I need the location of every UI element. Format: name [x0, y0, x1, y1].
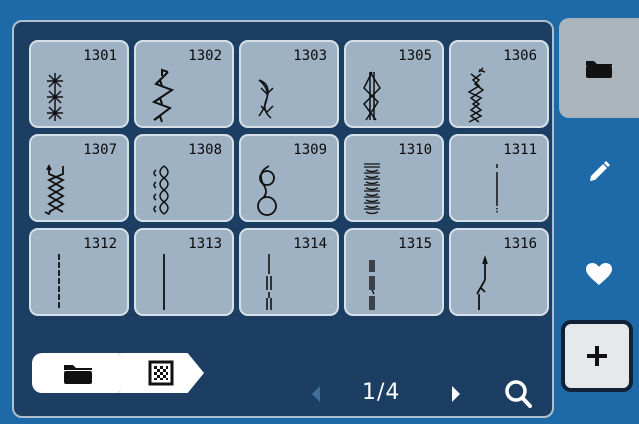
stitch-number: 1305	[398, 48, 432, 64]
heavy-triple-stitch-icon	[369, 260, 375, 310]
stitch-number: 1310	[398, 142, 432, 158]
add-button[interactable]	[561, 320, 633, 392]
stitch-tile-1310[interactable]: 1310	[344, 134, 444, 222]
folder-icon	[586, 61, 612, 78]
heart-icon	[586, 263, 612, 285]
stitch-number: 1307	[83, 142, 117, 158]
stitch-panel: 1301 1302 1303 1305 1306 1307 1308 1309 …	[12, 20, 554, 418]
folder-breadcrumb-button[interactable]	[32, 353, 134, 393]
folder-icon	[64, 365, 92, 384]
stitch-number: 1313	[188, 236, 222, 252]
page-indicator: 1/4	[362, 380, 401, 405]
stitch-number: 1312	[83, 236, 117, 252]
stitch-tile-1309[interactable]: 1309	[239, 134, 339, 222]
search-icon[interactable]	[504, 378, 534, 410]
stitch-tile-1301[interactable]: 1301	[29, 40, 129, 128]
stitch-grid: 1301 1302 1303 1305 1306 1307 1308 1309 …	[29, 40, 549, 316]
stitch-number: 1314	[293, 236, 327, 252]
triple-straight-stitch-icon	[266, 254, 272, 310]
tab-favorites[interactable]	[559, 224, 639, 324]
sidebar	[559, 18, 639, 424]
plus-icon	[587, 346, 607, 366]
loop-column-stitch-icon	[153, 165, 169, 215]
next-page-icon[interactable]	[450, 384, 462, 404]
stitch-number: 1316	[503, 236, 537, 252]
stitch-number: 1311	[503, 142, 537, 158]
stitch-tile-1307[interactable]: 1307	[29, 134, 129, 222]
previous-page-icon[interactable]	[310, 384, 322, 404]
zigzag-arrow-stitch-icon	[151, 68, 175, 123]
stitch-tile-1315[interactable]: 1315	[344, 228, 444, 316]
stitch-tile-1302[interactable]: 1302	[134, 40, 234, 128]
stitch-tile-1311[interactable]: 1311	[449, 134, 549, 222]
tapered-start-stitch-icon	[476, 255, 488, 310]
stitch-number: 1301	[83, 48, 117, 64]
lattice-stitch-icon	[363, 71, 381, 121]
stitch-number: 1302	[188, 48, 222, 64]
stitch-number: 1303	[293, 48, 327, 64]
stitch-number: 1308	[188, 142, 222, 158]
dotted-straight-stitch-icon	[496, 164, 498, 214]
stitch-tile-1303[interactable]: 1303	[239, 40, 339, 128]
stitch-number: 1306	[503, 48, 537, 64]
stitch-tile-1305[interactable]: 1305	[344, 40, 444, 128]
stitch-tile-1316[interactable]: 1316	[449, 228, 549, 316]
cross-chain-stitch-icon	[467, 67, 486, 123]
double-loop-stitch-icon	[257, 165, 277, 216]
tab-edit[interactable]	[559, 122, 639, 222]
tab-folder[interactable]	[559, 18, 639, 118]
stitch-number: 1309	[293, 142, 327, 158]
dashed-straight-stitch-icon	[58, 254, 60, 308]
stitch-tile-1308[interactable]: 1308	[134, 134, 234, 222]
stitch-tile-1312[interactable]: 1312	[29, 228, 129, 316]
triple-asterisk-stitch-icon	[47, 73, 63, 121]
straight-stitch-icon	[163, 254, 165, 310]
bracket-zigzag-stitch-icon	[44, 163, 66, 216]
stitch-tile-1314[interactable]: 1314	[239, 228, 339, 316]
pencil-icon	[590, 161, 610, 181]
pattern-icon	[148, 360, 174, 386]
stitch-tile-1306[interactable]: 1306	[449, 40, 549, 128]
stitch-tile-1313[interactable]: 1313	[134, 228, 234, 316]
wave-arrow-stitch-icon	[258, 79, 274, 119]
stitch-number: 1315	[398, 236, 432, 252]
satin-fill-stitch-icon	[364, 163, 380, 215]
